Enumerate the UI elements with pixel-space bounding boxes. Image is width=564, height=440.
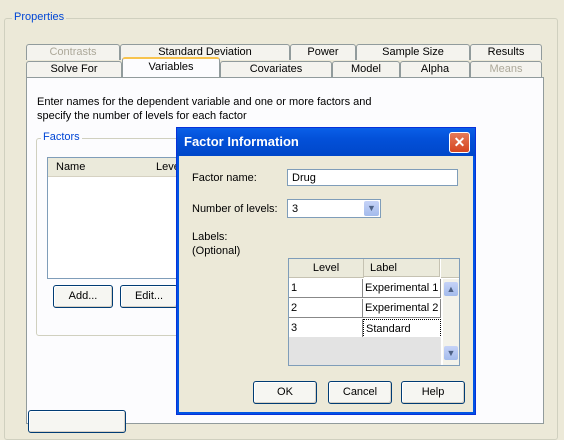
number-of-levels-label: Number of levels:: [192, 203, 278, 215]
factor-name-input[interactable]: Drug: [287, 169, 458, 186]
tab-power[interactable]: Power: [290, 44, 356, 60]
grid-header-level: Level: [289, 259, 364, 278]
grid-cell-label[interactable]: Standard: [363, 319, 441, 338]
properties-title: Properties: [12, 11, 67, 23]
factors-title: Factors: [41, 131, 82, 143]
dialog-titlebar[interactable]: Factor Information ✕: [177, 128, 475, 156]
factors-list[interactable]: Name Leve: [47, 157, 180, 279]
chevron-down-icon[interactable]: ▼: [364, 201, 379, 216]
grid-cell-label[interactable]: Experimental 2: [363, 299, 441, 318]
tab-variables[interactable]: Variables: [122, 57, 220, 77]
grid-header-spacer: [441, 259, 459, 278]
grid-scrollbar[interactable]: ▲ ▼: [443, 279, 459, 365]
tab-covariates[interactable]: Covariates: [220, 61, 332, 77]
grid-cell-level[interactable]: 2: [289, 299, 363, 318]
cancel-button[interactable]: Cancel: [328, 381, 392, 404]
column-header-levels[interactable]: Leve: [148, 158, 180, 177]
panel-description-line2: specify the number of levels for each fa…: [37, 110, 247, 122]
tab-alpha[interactable]: Alpha: [400, 61, 470, 77]
scroll-up-icon[interactable]: ▲: [444, 282, 458, 296]
tab-solve-for[interactable]: Solve For: [26, 61, 122, 77]
grid-header-label: Label: [364, 259, 440, 277]
factor-information-dialog: Factor Information ✕ Factor name: Drug N…: [176, 127, 476, 415]
tab-means[interactable]: Means: [470, 61, 542, 77]
number-of-levels-combo[interactable]: 3 ▼: [287, 199, 381, 218]
bottom-button[interactable]: [28, 410, 126, 433]
tab-model[interactable]: Model: [332, 61, 400, 77]
factor-name-label: Factor name:: [192, 172, 257, 184]
grid-empty-area: [289, 337, 441, 365]
panel-description-line1: Enter names for the dependent variable a…: [37, 96, 372, 108]
tab-sample-size[interactable]: Sample Size: [356, 44, 470, 60]
labels-label: Labels:: [192, 231, 228, 243]
add-factor-button[interactable]: Add...: [53, 285, 113, 308]
grid-cell-level[interactable]: 1: [289, 279, 363, 298]
close-icon[interactable]: ✕: [449, 132, 470, 153]
tab-results[interactable]: Results: [470, 44, 542, 60]
scroll-down-icon[interactable]: ▼: [444, 346, 458, 360]
labels-optional-label: (Optional): [192, 245, 241, 257]
dialog-title: Factor Information: [184, 134, 299, 149]
help-button[interactable]: Help: [401, 381, 465, 404]
grid-cell-level[interactable]: 3: [289, 319, 363, 338]
grid-cell-label[interactable]: Experimental 1: [363, 279, 441, 298]
edit-factor-button[interactable]: Edit...: [120, 285, 178, 308]
number-of-levels-value: 3: [292, 203, 299, 215]
labels-grid[interactable]: Level Label 1 Experimental 1 2 Experimen…: [288, 258, 460, 366]
tab-contrasts[interactable]: Contrasts: [26, 44, 120, 60]
column-header-name[interactable]: Name: [48, 158, 148, 177]
ok-button[interactable]: OK: [253, 381, 317, 404]
